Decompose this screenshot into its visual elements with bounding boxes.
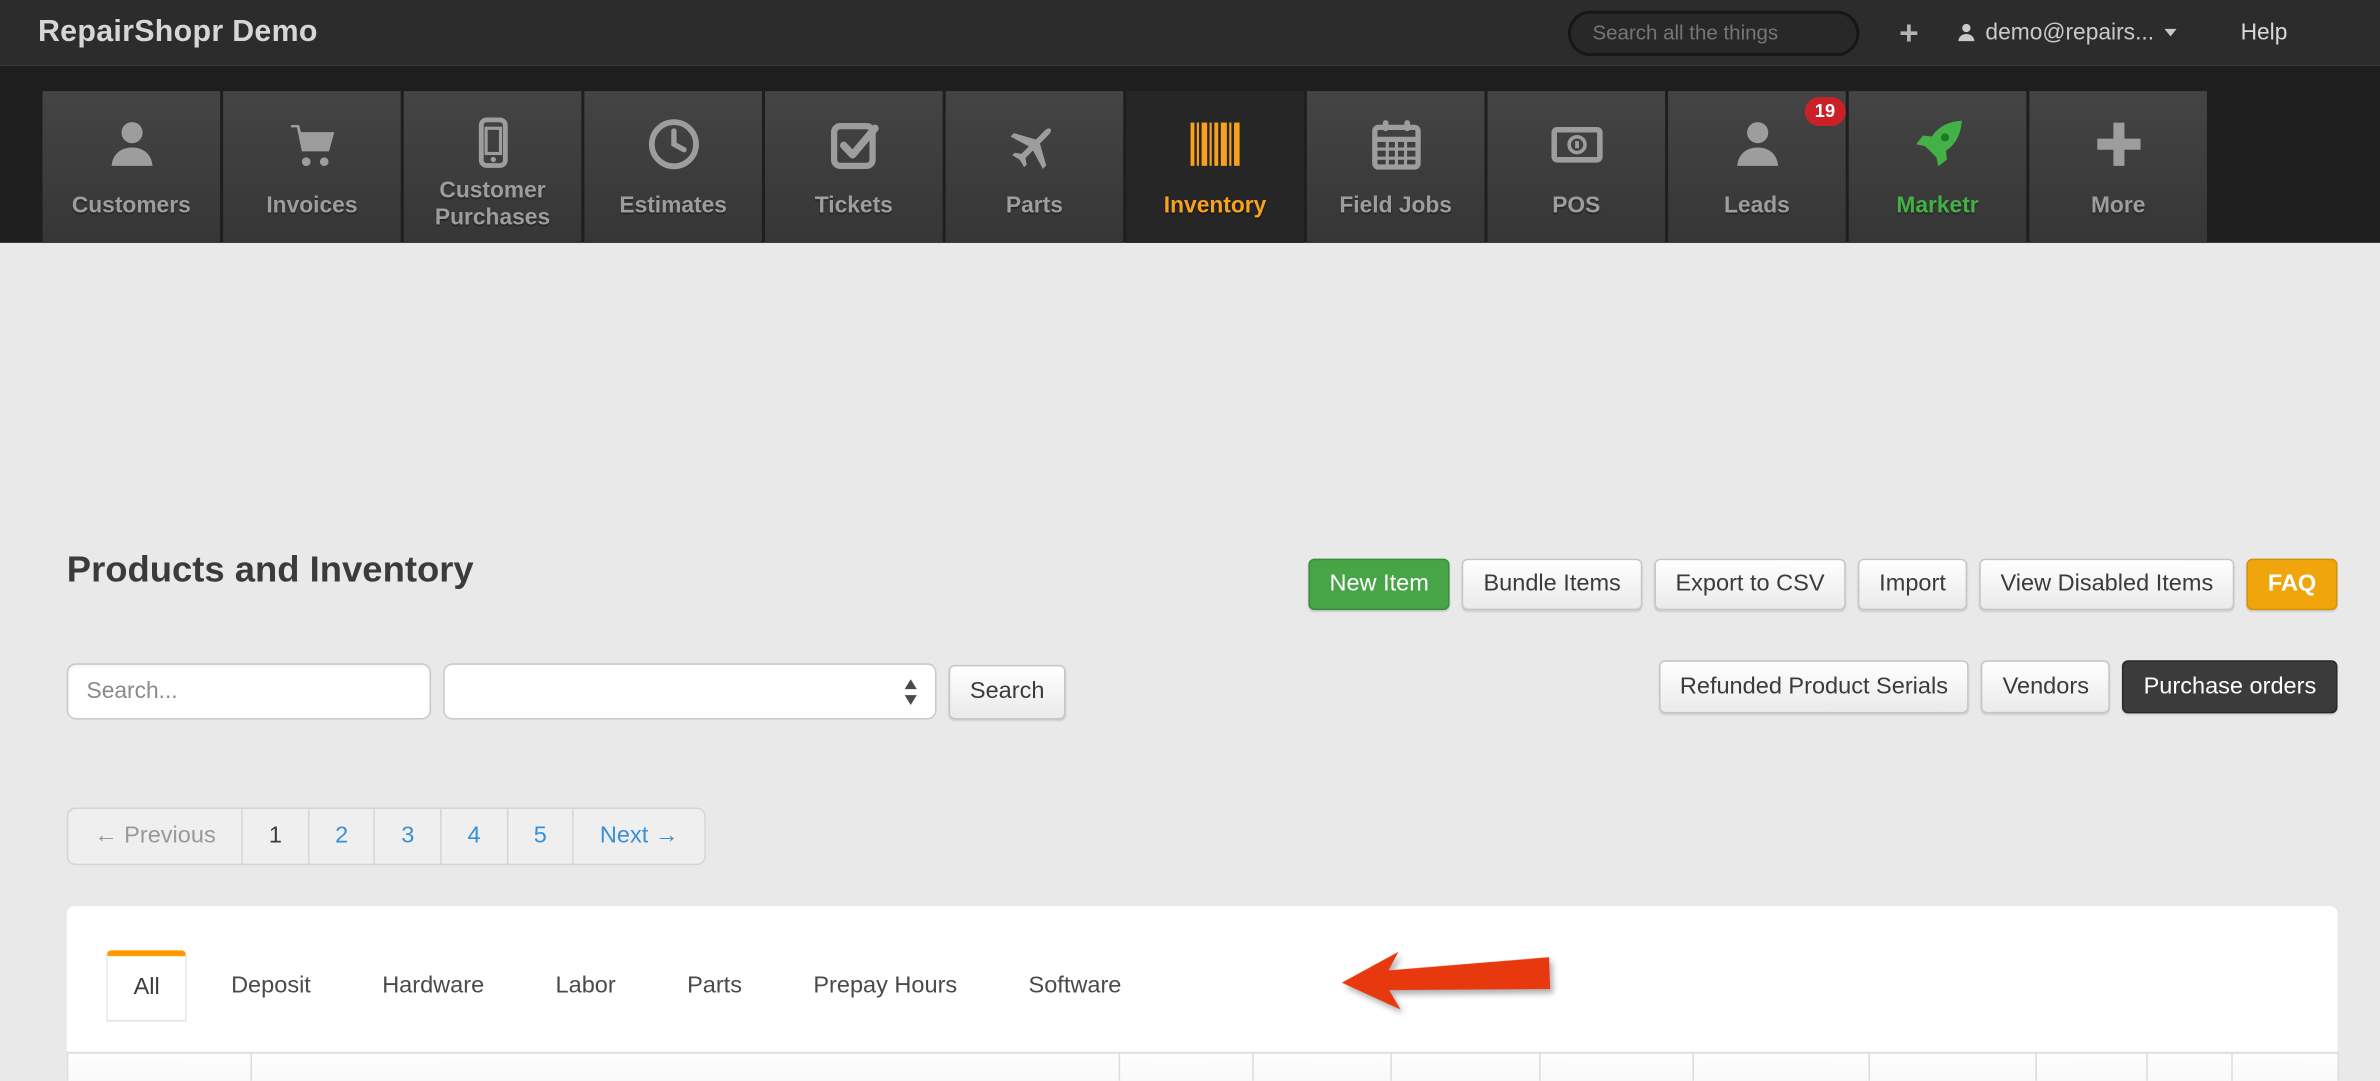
new-item-button[interactable]: New Item [1308,558,1451,611]
search-button[interactable]: Search [948,664,1066,719]
phone-icon [404,109,582,177]
main-content: Products and Inventory New Item Bundle It… [0,243,2380,1081]
pagination-page-2[interactable]: 2 [309,809,376,864]
view-disabled-items-button[interactable]: View Disabled Items [1979,558,2235,611]
table-header-row: NAMEDESCRIPTIONCOSTRETAILMAINTAIN STOCKQ… [66,1051,2340,1081]
select-stepper-icon [904,678,917,705]
rocket-icon [1849,109,2027,179]
banknote-icon [1487,109,1665,179]
column-header-cost: COST [1118,1051,1254,1081]
brand-title: RepairShopr Demo [37,15,318,49]
plus-icon [2029,109,2207,179]
clock-icon [584,109,762,179]
nav-item-label: Customers [71,192,191,219]
column-header-upc-code: UPC CODE [1692,1051,1870,1081]
pagination-page-3[interactable]: 3 [375,809,442,864]
primary-nav: Customers Invoices Customer Purchases Estim… [0,65,2380,243]
refunded-product-serials-button[interactable]: Refunded Product Serials [1658,660,1970,714]
inventory-table: NAMEDESCRIPTIONCOSTRETAILMAINTAIN STOCKQ… [66,1051,2340,1081]
nav-item-label: Leads [1724,192,1790,219]
inventory-panel: All Deposit Hardware Labor Parts Prepay Hours… [66,906,2340,1081]
nav-item-more[interactable]: More [2029,91,2207,243]
nav-item-label: More [2090,192,2146,219]
tab-all[interactable]: All [106,950,188,1022]
tab-software[interactable]: Software [1001,950,1148,1021]
nav-item-tickets[interactable]: Tickets [764,91,943,243]
pagination-next[interactable]: Next → [574,809,705,864]
column-header-maintain-stock: MAINTAIN STOCK [1390,1051,1541,1081]
barcode-icon [1126,109,1304,179]
notification-badge: 19 [1804,97,1846,127]
topbar: RepairShopr Demo + demo@repairs... Help [0,0,2380,66]
tab-prepay-hours[interactable]: Prepay Hours [786,950,984,1021]
nav-item-estimates[interactable]: Estimates [584,91,762,243]
category-select[interactable] [443,663,937,720]
bundle-items-button[interactable]: Bundle Items [1462,558,1643,611]
nav-item-parts[interactable]: Parts [945,91,1124,243]
app-window: RepairShopr Demo + demo@repairs... Help … [0,0,2380,1081]
faq-button[interactable]: FAQ [2246,558,2338,611]
action-buttons: New Item Bundle Items Export to CSV Import V… [1308,558,2338,611]
pagination-page-4[interactable]: 4 [441,809,508,864]
nav-item-invoices[interactable]: Invoices [223,91,401,243]
nav-item-label: Field Jobs [1339,192,1452,219]
user-icon [42,109,220,179]
column-header-description: DESCRIPTION [250,1051,1121,1081]
nav-item-label: Customer Purchases [434,176,551,232]
user-icon [1955,21,1978,44]
column-header-blank-10 [2231,1051,2340,1081]
nav-item-label: Inventory [1163,192,1267,219]
inventory-search-group: Search [66,663,1066,720]
column-header-quantity: QUANTITY [1539,1051,1694,1081]
user-menu[interactable]: demo@repairs... [1955,20,2177,46]
column-header-retail: RETAIL [1252,1051,1392,1081]
chevron-down-icon [2164,28,2177,37]
export-to-csv-button[interactable]: Export to CSV [1654,558,1846,611]
pagination-page-1[interactable]: 1 [243,809,310,864]
check-square-icon [765,109,943,179]
nav-item-inventory[interactable]: Inventory [1126,91,1304,243]
plane-icon [946,109,1124,179]
cart-icon [223,109,401,179]
nav-item-label: POS [1552,192,1601,219]
nav-item-customer-purchases[interactable]: Customer Purchases [403,91,582,243]
nav-item-label: Marketr [1896,192,1979,219]
tab-labor[interactable]: Labor [528,950,643,1021]
tab-deposit[interactable]: Deposit [204,950,338,1021]
nav-item-label: Tickets [814,192,893,219]
nav-item-label: Estimates [619,192,727,219]
inventory-search-input[interactable] [66,663,432,720]
tab-hardware[interactable]: Hardware [355,950,512,1021]
nav-item-leads[interactable]: 19 Leads [1668,91,1846,243]
purchase-orders-button[interactable]: Purchase orders [2122,660,2338,714]
category-tabs: All Deposit Hardware Labor Parts Prepay Hours… [106,950,1165,1022]
global-search-input[interactable] [1568,9,1860,56]
user-email: demo@repairs... [1985,19,2155,46]
tab-parts[interactable]: Parts [660,950,770,1021]
nav-item-pos[interactable]: POS [1487,91,1666,243]
nav-item-label: Invoices [266,192,358,219]
pagination: ← Previous 1 2 3 4 5 Next → [66,807,706,866]
nav-item-customers[interactable]: Customers [42,91,221,243]
quick-add-button[interactable]: + [1899,15,1919,49]
nav-item-field-jobs[interactable]: Field Jobs [1306,91,1485,243]
pagination-previous[interactable]: ← Previous [68,809,244,864]
vendors-button[interactable]: Vendors [1981,660,2111,714]
column-header-sort-order: SORT ORDER [2035,1051,2148,1081]
pagination-page-5[interactable]: 5 [507,809,575,864]
help-link[interactable]: Help [2241,20,2288,46]
calendar-icon [1307,109,1485,179]
column-header-blank-9 [2146,1051,2233,1081]
page-title: Products and Inventory [66,549,474,591]
nav-item-label: Parts [1005,192,1063,219]
column-header-name: NAME [66,1051,252,1081]
annotation-arrow-icon [1338,942,1556,1016]
import-button[interactable]: Import [1857,558,1968,611]
column-header-category: CATEGORY [1868,1051,2037,1081]
nav-item-marketr[interactable]: Marketr [1848,91,2027,243]
secondary-buttons: Refunded Product Serials Vendors Purchase … [1658,660,2338,714]
